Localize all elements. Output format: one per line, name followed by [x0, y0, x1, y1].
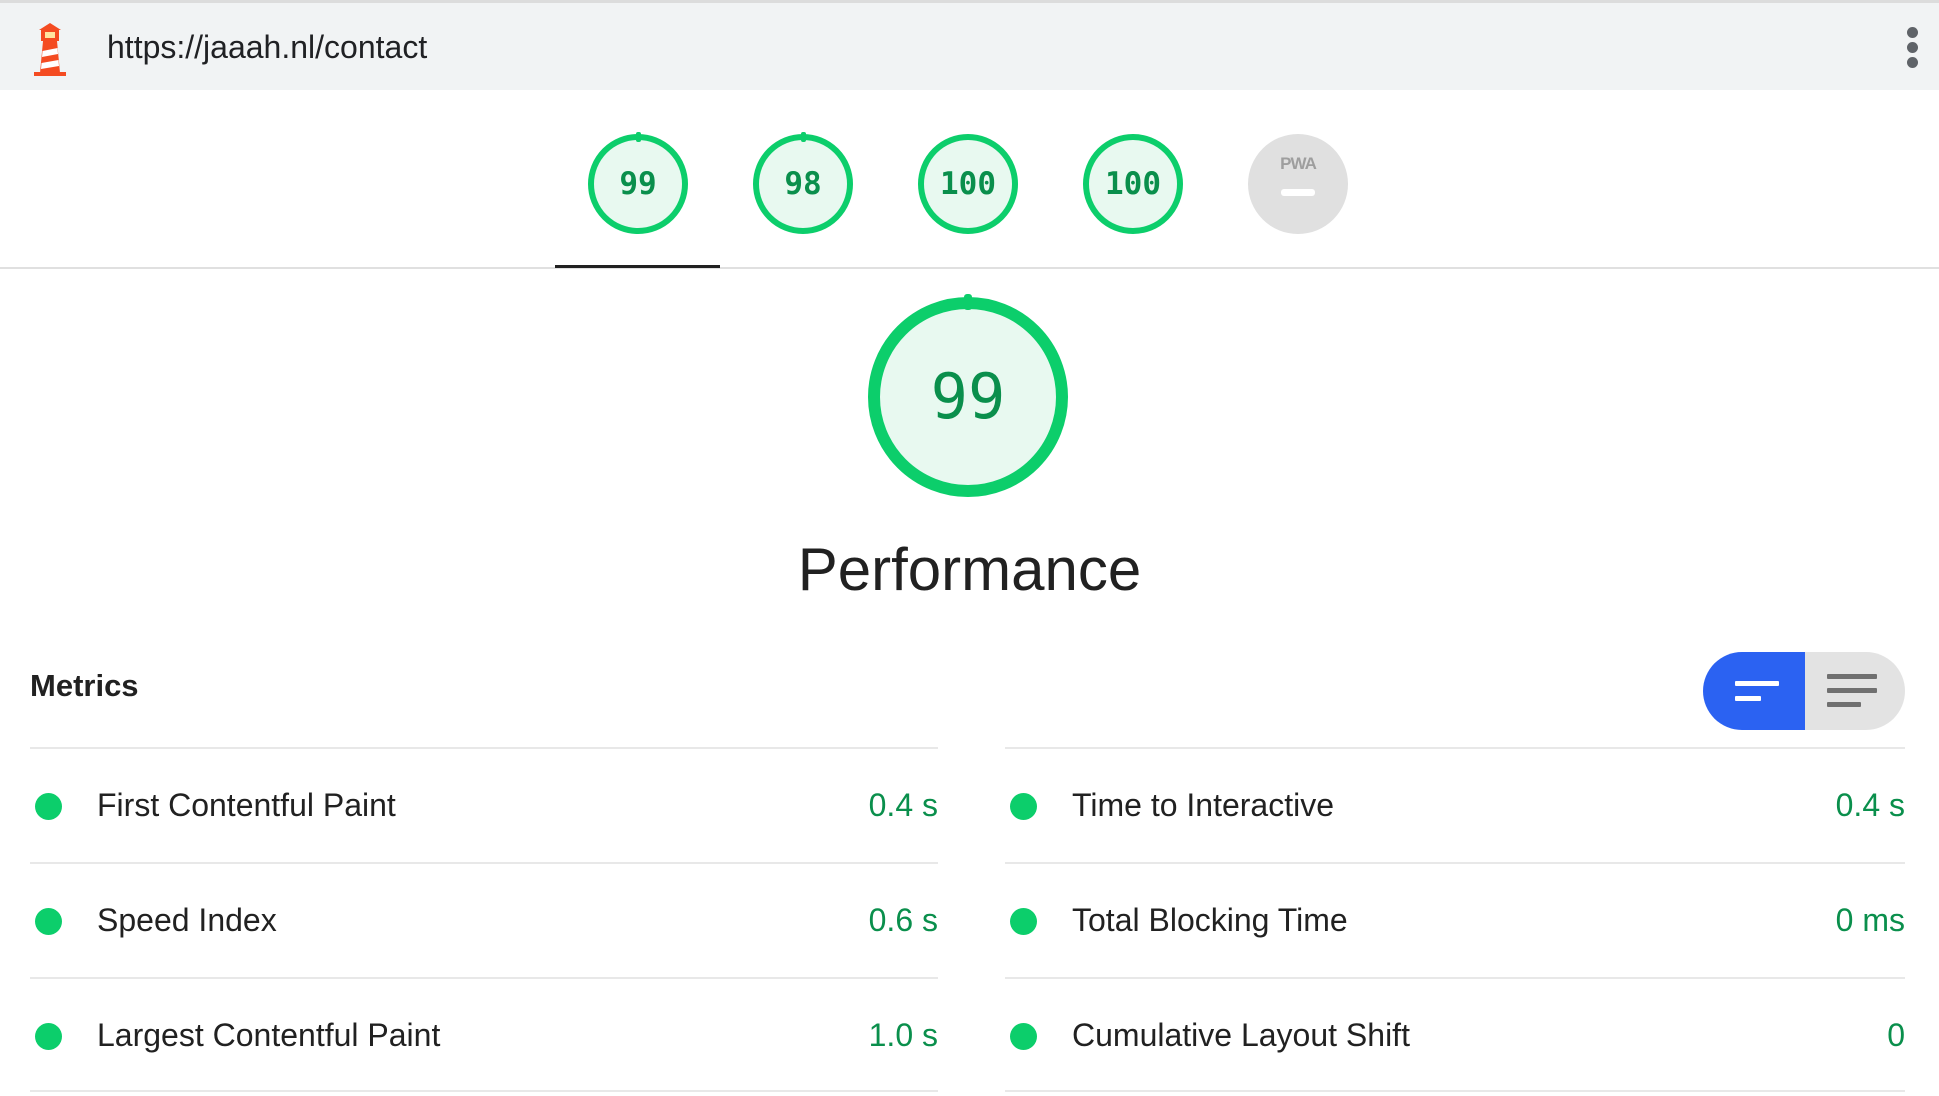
metric-speed-index: Speed Index 0.6 s: [30, 862, 938, 977]
pwa-badge-label: PWA: [1280, 154, 1317, 173]
gauge-seo[interactable]: 100: [1083, 134, 1183, 234]
metric-label: First Contentful Paint: [97, 787, 396, 823]
lighthouse-icon: [34, 23, 66, 76]
active-tab-indicator: [555, 265, 720, 268]
metric-label: Largest Contentful Paint: [97, 1017, 441, 1053]
metric-value: 1.0 s: [868, 1017, 938, 1053]
pass-indicator-icon: [1010, 793, 1037, 820]
metric-value: 0 ms: [1835, 902, 1905, 938]
gauge-score: 99: [619, 166, 657, 202]
metric-first-contentful-paint: First Contentful Paint 0.4 s: [30, 747, 938, 862]
metric-largest-contentful-paint: Largest Contentful Paint 1.0 s: [30, 977, 938, 1092]
metric-total-blocking-time: Total Blocking Time 0 ms: [1005, 862, 1905, 977]
kebab-menu-icon[interactable]: [1900, 27, 1924, 75]
metric-label: Total Blocking Time: [1072, 902, 1348, 938]
gauge-best-practices[interactable]: 100: [918, 134, 1018, 234]
pass-indicator-icon: [35, 1023, 62, 1050]
category-title: Performance: [797, 536, 1142, 603]
pwa-dash-icon: [1281, 189, 1315, 196]
gauge-score: 100: [940, 166, 996, 202]
performance-gauge: 99: [868, 294, 1068, 497]
performance-score: 99: [930, 360, 1006, 433]
category-gauges: 99 98 100 100 PWA: [0, 90, 1939, 269]
gauge-accessibility[interactable]: 98: [753, 132, 853, 234]
pass-indicator-icon: [35, 793, 62, 820]
gauge-performance[interactable]: 99: [588, 132, 688, 234]
metric-label: Cumulative Layout Shift: [1072, 1017, 1410, 1053]
pass-indicator-icon: [1010, 908, 1037, 935]
metric-value: 0.4 s: [868, 787, 938, 823]
metric-value: 0.6 s: [868, 902, 938, 938]
metric-label: Speed Index: [97, 902, 277, 938]
pass-indicator-icon: [35, 908, 62, 935]
gauge-score: 100: [1105, 166, 1161, 202]
metric-label: Time to Interactive: [1072, 787, 1335, 823]
gauge-score: 98: [784, 166, 822, 202]
report-topbar: https://jaaah.nl/contact: [0, 0, 1939, 90]
gauge-pwa[interactable]: PWA: [1248, 134, 1348, 234]
metrics-left-column: First Contentful Paint 0.4 s Speed Index…: [30, 747, 938, 1092]
expanded-view-icon[interactable]: [1805, 652, 1905, 730]
metrics-heading: Metrics: [30, 668, 139, 703]
metric-value: 0: [1887, 1017, 1905, 1053]
metric-time-to-interactive: Time to Interactive 0.4 s: [1005, 747, 1905, 862]
metrics-view-toggle[interactable]: [1703, 652, 1905, 730]
pass-indicator-icon: [1010, 1023, 1037, 1050]
compact-view-icon[interactable]: [1703, 652, 1805, 730]
report-url[interactable]: https://jaaah.nl/contact: [107, 29, 427, 66]
metric-value: 0.4 s: [1835, 787, 1905, 823]
metrics-right-column: Time to Interactive 0.4 s Total Blocking…: [1005, 747, 1905, 1092]
metric-cumulative-layout-shift: Cumulative Layout Shift 0: [1005, 977, 1905, 1092]
